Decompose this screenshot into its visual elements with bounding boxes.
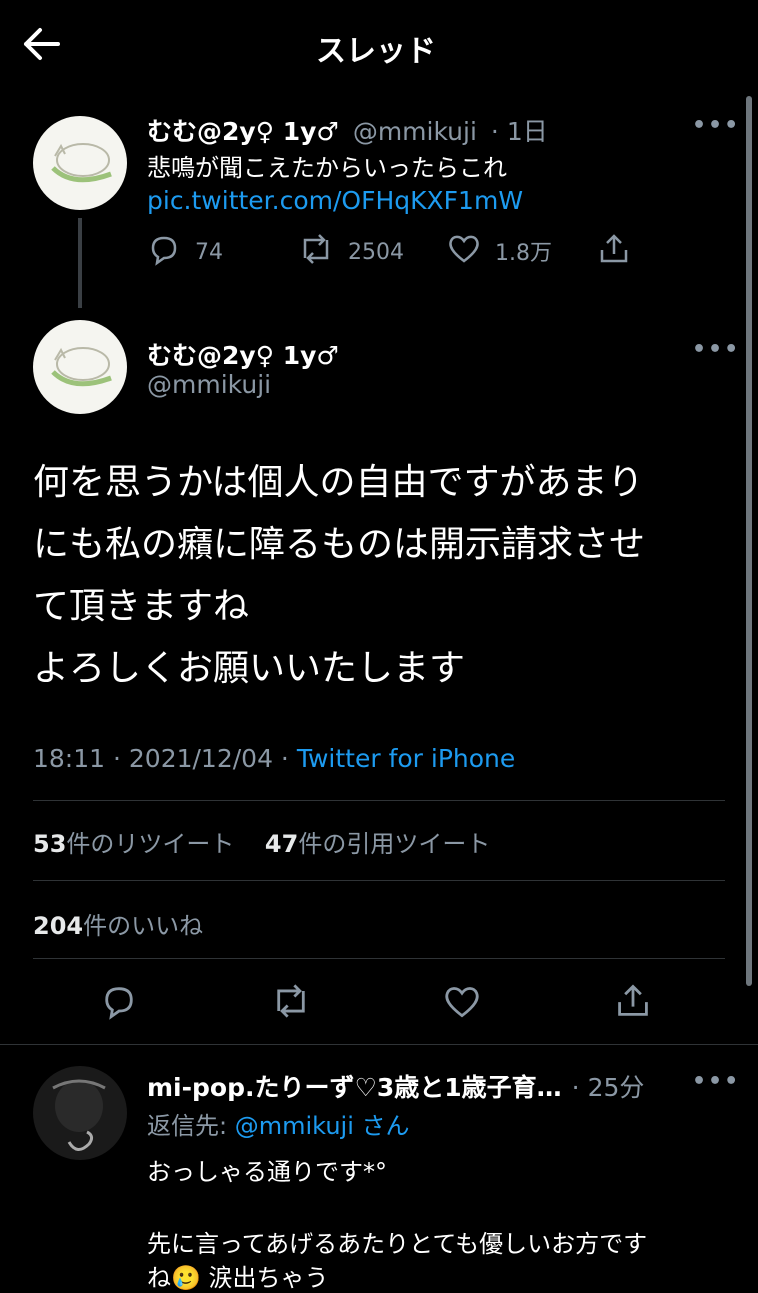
author-name[interactable]: むむ@2y♀ 1y♂	[147, 112, 339, 148]
author-name[interactable]: mi-pop.たりーず♡3歳と1歳子育…	[147, 1068, 562, 1104]
back-arrow-icon[interactable]	[22, 26, 62, 62]
divider	[33, 800, 725, 801]
share-icon[interactable]	[614, 982, 652, 1024]
reply-text-line: 先に言ってあげるあたりとても優しいお方です	[147, 1230, 648, 1258]
like-icon	[447, 232, 481, 270]
retweets-stat[interactable]: 53件のリツイート	[33, 830, 234, 858]
more-icon[interactable]: •••	[692, 1069, 740, 1094]
scrollbar[interactable]	[746, 96, 752, 986]
tweet-line: 何を思うかは個人の自由ですがあまり	[33, 462, 644, 503]
author-handle[interactable]: @mmikuji	[147, 370, 271, 399]
tweet-line: よろしくお願いいたします	[33, 648, 466, 689]
source-link[interactable]: Twitter for iPhone	[297, 744, 515, 773]
reply-count: 74	[195, 239, 223, 265]
reply-to-handle[interactable]: @mmikuji	[235, 1112, 354, 1140]
avatar[interactable]	[33, 116, 127, 210]
tweet-text: 悲鳴が聞こえたからいったらこれ	[147, 154, 507, 182]
page-title: スレッド	[316, 34, 436, 69]
tweet-link[interactable]: pic.twitter.com/OFHqKXF1mW	[147, 186, 523, 215]
tweet-line: にも私の癪に障るものは開示請求させ	[33, 524, 646, 565]
retweet-icon	[298, 232, 334, 272]
divider	[33, 958, 725, 959]
reply-icon[interactable]	[100, 982, 138, 1024]
retweet-total: 53	[33, 830, 67, 858]
like-total: 204	[33, 912, 84, 940]
retweet-label: 件のリツイート	[66, 830, 235, 858]
reply-icon	[147, 232, 181, 272]
author-handle[interactable]: @mmikuji	[353, 117, 477, 146]
author-name[interactable]: むむ@2y♀ 1y♂	[147, 336, 339, 372]
reply-button[interactable]: 74	[147, 232, 223, 272]
like-icon[interactable]	[442, 983, 482, 1023]
tweet-line: て頂きますね	[33, 586, 250, 627]
thread-connector	[78, 218, 82, 308]
tweet-time[interactable]: · 25分	[572, 1068, 645, 1104]
share-icon[interactable]	[597, 232, 631, 270]
reply-suffix: さん	[361, 1112, 410, 1140]
retweet-count: 2504	[348, 239, 404, 265]
tweet-body: 何を思うかは個人の自由ですがあまり にも私の癪に障るものは開示請求させ て頂きま…	[33, 452, 723, 700]
like-label: 件のいいね	[83, 912, 204, 940]
timestamp: 18:11 · 2021/12/04 ·	[33, 744, 289, 773]
like-count: 1.8万	[495, 241, 552, 266]
likes-stat[interactable]: 204件のいいね	[33, 912, 203, 940]
like-button[interactable]: 1.8万	[447, 232, 552, 270]
avatar[interactable]	[33, 1066, 127, 1160]
quote-label: 件の引用ツイート	[298, 830, 491, 858]
more-icon[interactable]: •••	[692, 337, 740, 362]
reply-prefix: 返信先:	[147, 1112, 228, 1140]
avatar[interactable]	[33, 320, 127, 414]
retweet-button[interactable]: 2504	[298, 232, 404, 272]
quotes-stat[interactable]: 47件の引用ツイート	[265, 830, 490, 858]
quote-total: 47	[264, 830, 299, 858]
reply-text-line: おっしゃる通りです*°	[147, 1158, 387, 1186]
tweet-time[interactable]: · 1日	[491, 112, 548, 148]
more-icon[interactable]: •••	[692, 113, 740, 138]
divider	[33, 880, 725, 881]
divider	[0, 1044, 758, 1045]
reply-text-line: ね🥲 涙出ちゃう	[147, 1264, 329, 1292]
retweet-icon[interactable]	[270, 982, 312, 1024]
